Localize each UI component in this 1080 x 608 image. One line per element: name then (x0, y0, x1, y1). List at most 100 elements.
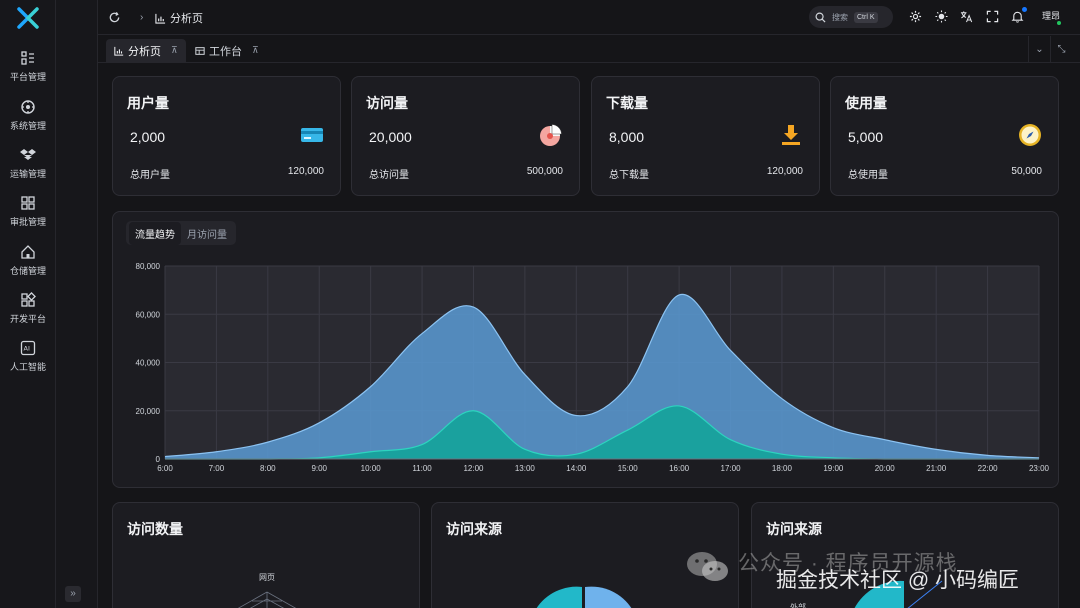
theme-sun-icon[interactable] (935, 10, 948, 23)
stat-title: 使用量 (845, 95, 887, 111)
chevron-right-icon: › (140, 12, 144, 23)
pie-icon (540, 124, 562, 146)
y-tick-label: 60,000 (136, 310, 161, 319)
top-header: › 分析页 搜索 Ctrl K 理昂 (98, 0, 1080, 35)
online-status-dot (1056, 20, 1062, 26)
system-icon (21, 100, 35, 114)
sidebar-item-label: 平台管理 (9, 72, 46, 82)
home-icon (21, 245, 35, 259)
sidebar-item-platform[interactable]: 平台管理 (0, 48, 56, 92)
sidebar-item-system[interactable]: 系统管理 (0, 97, 56, 141)
stat-card-visits: 访问量 20,000 总访问量 500,000 (351, 76, 580, 196)
x-tick-label: 7:00 (209, 464, 225, 473)
chart-icon (114, 46, 124, 56)
visit-count-card: 访问数量 网页 (112, 502, 420, 608)
tab-dropdown-button[interactable]: ⌄ (1028, 36, 1050, 63)
tab-more-button[interactable]: ⤡ (1050, 36, 1072, 63)
stat-card-users: 用户量 2,000 总用户量 120,000 (112, 76, 341, 196)
stat-title: 用户量 (127, 95, 169, 111)
bell-icon[interactable] (1011, 10, 1024, 23)
x-tick-label: 10:00 (361, 464, 382, 473)
traffic-trend-chart: 0 20,000 40,000 60,000 80,000 6:00 7:00 8:00 9:0… (136, 262, 1050, 473)
stat-total-label: 总使用量 (848, 170, 888, 181)
visit-source-card-2: 访问来源 外部 (751, 502, 1059, 608)
stat-value: 8,000 (609, 129, 645, 145)
card-title: 访问数量 (127, 521, 183, 537)
tab-analysis[interactable]: 分析页 ⊼ (106, 39, 186, 62)
breadcrumb-label: 分析页 (170, 13, 203, 25)
sidebar-item-warehouse[interactable]: 仓储管理 (0, 242, 56, 286)
sidebar-item-label: 系统管理 (9, 121, 46, 131)
search-input[interactable]: 搜索 Ctrl K (809, 6, 893, 28)
chart-tab-monthly-visits[interactable]: 月访问量 (181, 222, 233, 245)
download-icon (782, 125, 800, 145)
main-content: 用户量 2,000 总用户量 120,000 访问量 20,000 总访问量 5… (98, 63, 1070, 608)
stat-total-label: 总用户量 (130, 170, 170, 181)
sidebar-item-label: 仓储管理 (9, 266, 46, 276)
translate-icon[interactable] (960, 10, 973, 23)
search-icon (815, 12, 826, 23)
sidebar-item-transport[interactable]: 运输管理 (0, 145, 56, 189)
collapse-icon: ⤡ (1057, 44, 1066, 55)
search-shortcut: Ctrl K (854, 11, 878, 23)
sidebar-item-ai[interactable]: AI 人工智能 (0, 338, 56, 382)
stat-value: 2,000 (130, 129, 166, 145)
stat-value: 20,000 (369, 129, 412, 145)
traffic-chart-card: 流量趋势 月访问量 0 20,000 40,000 60,000 80,000 6:00 7… (112, 211, 1059, 488)
compass-icon (1019, 124, 1041, 146)
pie-legend-label: 外部 (790, 603, 806, 608)
x-tick-label: 19:00 (823, 464, 844, 473)
visit-source-card-1: 访问来源 (431, 502, 739, 608)
sidebar-item-label: 开发平台 (9, 314, 46, 324)
sidebar-item-approval[interactable]: 审批管理 (0, 193, 56, 237)
ai-icon: AI (20, 340, 36, 356)
sidebar-item-label: 人工智能 (9, 362, 46, 372)
card-title: 访问来源 (446, 521, 502, 537)
x-tick-label: 18:00 (772, 464, 793, 473)
tab-label: 工作台 (209, 45, 242, 58)
sidebar-item-devplatform[interactable]: 开发平台 (0, 290, 56, 334)
x-tick-label: 8:00 (260, 464, 276, 473)
breadcrumb[interactable]: 分析页 (155, 10, 203, 26)
main-sidebar: 平台管理 系统管理 运输管理 审批管理 仓储管理 开发平台 AI 人工智能 (0, 0, 56, 608)
stat-title: 访问量 (366, 95, 408, 111)
x-tick-label: 21:00 (926, 464, 947, 473)
tab-bar: 分析页 ⊼ 工作台 ⊼ ⌄ ⤡ (98, 36, 1080, 63)
chart-tab-traffic-trend[interactable]: 流量趋势 (129, 221, 181, 245)
stat-card-usage: 使用量 5,000 总使用量 50,000 (830, 76, 1059, 196)
x-tick-label: 12:00 (463, 464, 484, 473)
stat-title: 下载量 (606, 95, 648, 111)
tab-label: 分析页 (128, 45, 161, 58)
settings-icon[interactable] (909, 10, 922, 23)
x-tick-label: 17:00 (721, 464, 742, 473)
tab-workbench[interactable]: 工作台 ⊼ (187, 39, 267, 62)
x-tick-label: 9:00 (311, 464, 327, 473)
sidebar-item-label: 审批管理 (9, 217, 46, 227)
card-title: 访问来源 (766, 521, 822, 537)
refresh-icon[interactable] (108, 11, 121, 24)
stat-total-label: 总访问量 (369, 170, 409, 181)
pie-chart (854, 580, 943, 608)
card-icon (301, 128, 323, 142)
search-placeholder: 搜索 (832, 12, 848, 22)
expand-sidebar-button[interactable]: » (65, 586, 81, 602)
svg-text:AI: AI (24, 345, 30, 353)
stat-card-downloads: 下载量 8,000 总下载量 120,000 (591, 76, 820, 196)
chart-tab-group: 流量趋势 月访问量 (126, 221, 236, 245)
pin-icon[interactable]: ⊼ (252, 45, 259, 56)
y-tick-label: 40,000 (136, 359, 161, 368)
stat-total-value: 120,000 (766, 166, 803, 177)
stat-total-value: 50,000 (1011, 166, 1042, 177)
x-tick-label: 23:00 (1029, 464, 1050, 473)
x-tick-label: 14:00 (566, 464, 587, 473)
grid-icon (21, 196, 35, 210)
pin-icon[interactable]: ⊼ (171, 45, 178, 56)
donut-chart (536, 586, 632, 608)
stat-total-value: 500,000 (526, 166, 563, 177)
apps-icon (21, 292, 36, 307)
radar-chart (237, 591, 297, 608)
chevron-down-icon: ⌄ (1035, 44, 1044, 55)
logo-icon[interactable] (16, 6, 40, 30)
platform-icon (21, 51, 34, 65)
fullscreen-icon[interactable] (986, 10, 999, 23)
